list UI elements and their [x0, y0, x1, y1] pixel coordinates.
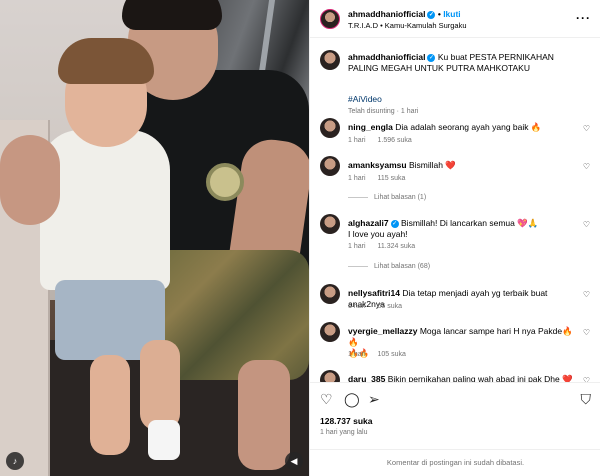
comment-text: Bismillah ❤️	[408, 160, 456, 170]
comment-meta: 1 hari 11.324 suka	[348, 243, 427, 250]
comment-text: Dia adalah seorang ayah yang baik 🔥	[395, 122, 542, 132]
avatar[interactable]	[320, 9, 340, 29]
comment-username[interactable]: ning_engla	[348, 122, 393, 132]
comment-text: Bikin pernikahan paling wah abad ini pak…	[387, 374, 573, 382]
comment-text: Bismillah! Di lancarkan semua 💖🙏	[401, 218, 539, 228]
comment-time: 1 hari	[348, 137, 366, 144]
boy-hair	[58, 38, 154, 84]
avatar[interactable]	[320, 50, 340, 70]
reply-line	[348, 196, 368, 198]
avatar[interactable]	[320, 322, 340, 342]
like-heart-icon[interactable]: ♡	[583, 124, 590, 133]
comment-meta: 1 hari 105 suka	[348, 351, 418, 358]
comment-time: 1 hari	[348, 243, 366, 250]
comment-text-row: ning_engla Dia adalah seorang ayah yang …	[348, 122, 578, 133]
verified-icon: ✓	[390, 219, 399, 228]
avatar[interactable]	[320, 214, 340, 234]
comment-likes[interactable]: 115 suka	[378, 175, 406, 182]
post-header: ahmaddhaniofficial ✓ • Ikuti T.R.I.A.D • …	[310, 0, 600, 38]
view-replies-label: Lihat balasan (1)	[374, 194, 427, 201]
comment-icon[interactable]: ◯	[344, 391, 360, 408]
boy-leg	[140, 340, 180, 430]
avatar[interactable]	[320, 284, 340, 304]
comment-likes[interactable]: 105 suka	[378, 351, 406, 358]
username[interactable]: ahmaddhaniofficial	[348, 9, 425, 19]
view-replies-link[interactable]: Lihat balasan (68)	[348, 263, 430, 270]
mute-icon[interactable]: ◀	[285, 452, 303, 470]
header-user-row: ahmaddhaniofficial ✓ • Ikuti	[348, 9, 461, 19]
post-video[interactable]: ♪ ◀	[0, 0, 309, 476]
follow-button[interactable]: Ikuti	[443, 9, 460, 19]
comment-time: 1 hari	[348, 351, 366, 358]
man-hair	[122, 0, 222, 30]
comment-text-line2: I love you ayah!	[348, 229, 408, 239]
man-leg	[238, 360, 290, 470]
view-replies-link[interactable]: Lihat balasan (1)	[348, 194, 426, 201]
volume-icon[interactable]: ♪	[6, 452, 24, 470]
like-heart-icon[interactable]: ♡	[583, 290, 590, 299]
share-icon[interactable]: ➢	[368, 391, 380, 408]
post-likes[interactable]: 128.737 suka	[320, 416, 372, 426]
comment-meta: 1 hari 115 suka	[348, 175, 417, 182]
more-icon[interactable]: ···	[576, 11, 591, 25]
comments-limited-notice: Komentar di postingan ini sudah dibatasi…	[310, 449, 600, 476]
comment-username[interactable]: alghazali7	[348, 218, 389, 228]
comments-scroll[interactable]: ahmaddhaniofficial ✓ Ku buat PESTA PERNIK…	[310, 38, 600, 382]
comment-username[interactable]: nellysafitri14	[348, 288, 400, 298]
verified-icon: ✓	[427, 10, 436, 19]
comment-likes[interactable]: 1.596 suka	[378, 137, 412, 144]
like-heart-icon[interactable]: ♡	[583, 162, 590, 171]
hand-on-shoulder	[0, 135, 60, 225]
like-icon[interactable]: ♡	[320, 391, 333, 408]
comment-meta: 1 hari 65 suka	[348, 303, 414, 310]
post-time: 1 hari yang lalu	[320, 429, 368, 436]
comment-text-row: alghazali7 ✓ Bismillah! Di lancarkan semu…	[348, 218, 578, 240]
edited-label: Telah disunting · 1 hari	[348, 108, 419, 115]
avatar[interactable]	[320, 370, 340, 382]
comment-likes[interactable]: 11.324 suka	[378, 243, 416, 250]
caption-text-row: ahmaddhaniofficial ✓ Ku buat PESTA PERNIK…	[348, 52, 583, 74]
comment-time: 1 hari	[348, 303, 366, 310]
boy-leg	[90, 355, 130, 455]
comment-username[interactable]: vyergie_mellazzy	[348, 326, 417, 336]
verified-icon: ✓	[427, 53, 436, 62]
like-heart-icon[interactable]: ♡	[583, 220, 590, 229]
comment-meta: 1 hari 1.596 suka	[348, 137, 424, 144]
comment-text-row: daru_385 Bikin pernikahan paling wah aba…	[348, 374, 578, 382]
comment-likes[interactable]: 65 suka	[378, 303, 403, 310]
view-replies-label: Lihat balasan (68)	[374, 263, 431, 270]
reply-line	[348, 265, 368, 267]
audio-label[interactable]: T.R.I.A.D • Kamu-Kamulah Surgaku	[348, 21, 467, 30]
comment-username[interactable]: daru_385	[348, 374, 385, 382]
comment-time: 1 hari	[348, 175, 366, 182]
boy-sock	[148, 420, 180, 460]
hashtag-link[interactable]: #AiVideo	[348, 94, 382, 104]
avatar[interactable]	[320, 118, 340, 138]
action-bar: ♡ ◯ ➢ ⛉ 128.737 suka 1 hari yang lalu Ko…	[310, 382, 600, 476]
bookmark-icon[interactable]: ⛉	[581, 391, 592, 408]
like-heart-icon[interactable]: ♡	[583, 328, 590, 337]
post-panel: ahmaddhaniofficial ✓ • Ikuti T.R.I.A.D • …	[309, 0, 600, 476]
avatar[interactable]	[320, 156, 340, 176]
shirt-badge	[206, 163, 244, 201]
boy-shirt	[40, 130, 170, 290]
comment-text-row: amanksyamsu Bismillah ❤️	[348, 160, 578, 171]
comment-username[interactable]: amanksyamsu	[348, 160, 407, 170]
username[interactable]: ahmaddhaniofficial	[348, 52, 425, 62]
